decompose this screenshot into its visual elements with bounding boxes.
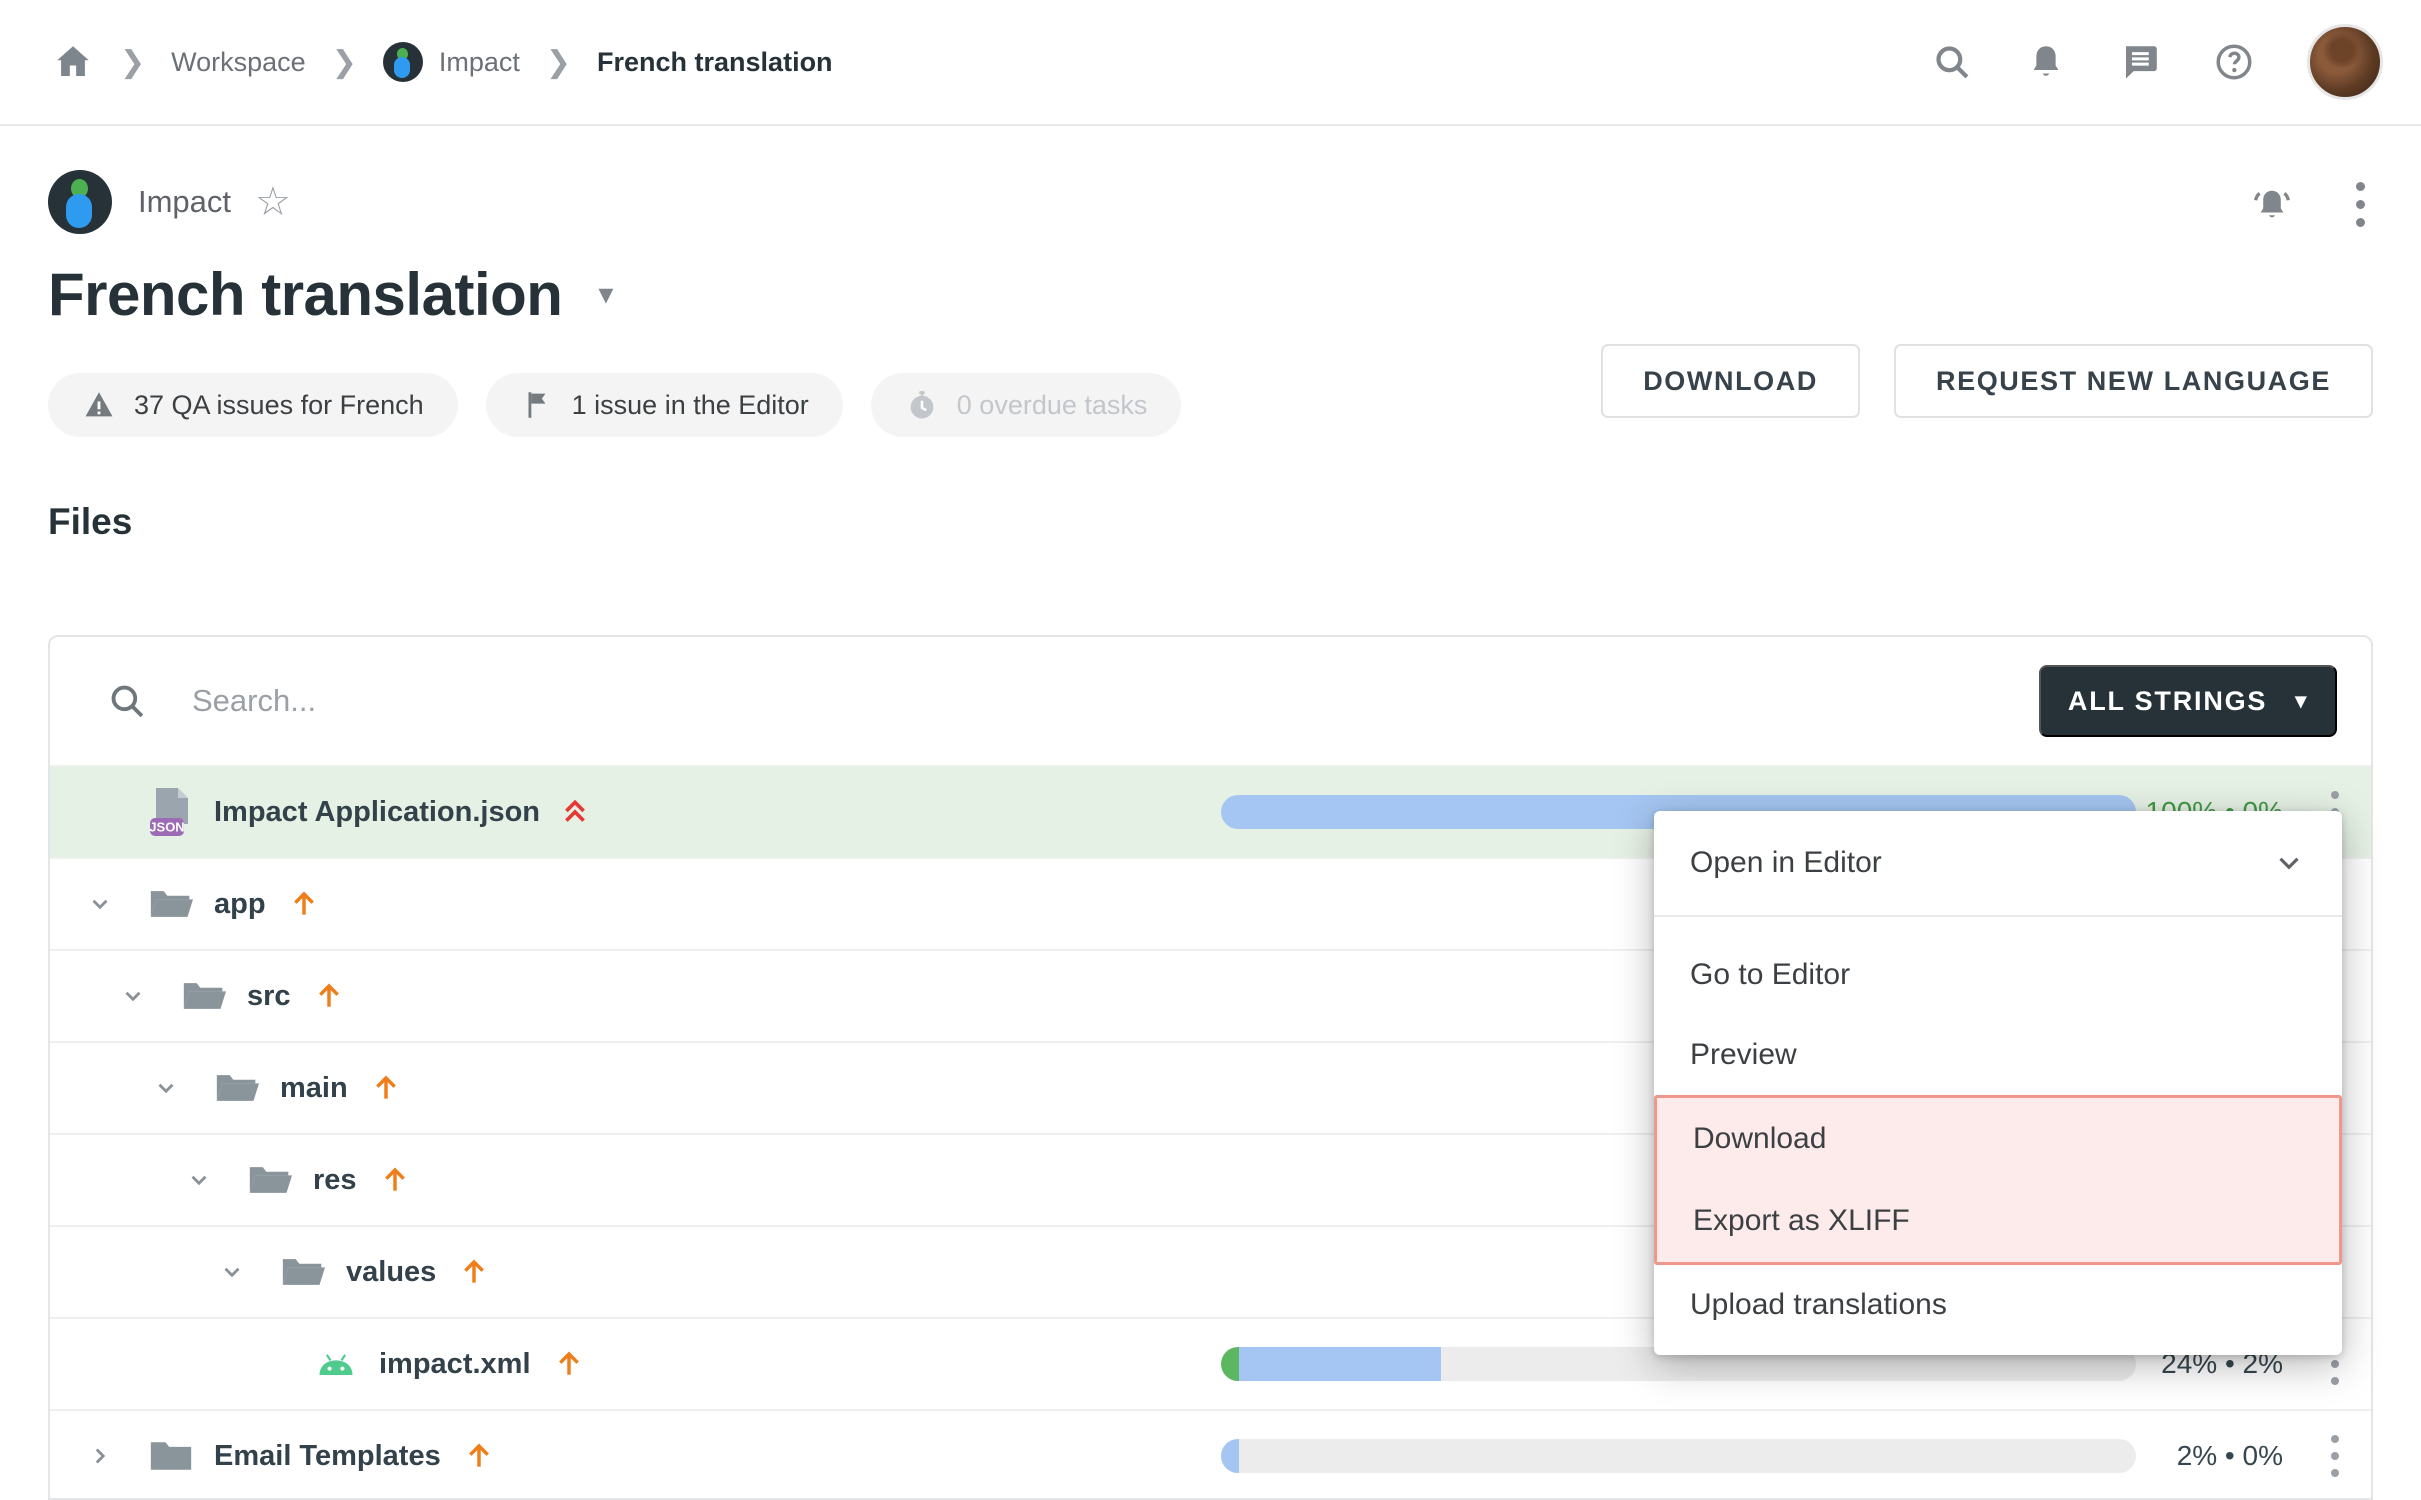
- strings-filter-button[interactable]: ALL STRINGS ▾: [2039, 665, 2337, 737]
- svg-text:JSON: JSON: [149, 820, 184, 835]
- upload-arrow-icon[interactable]: [553, 1348, 585, 1380]
- folder-name: app: [214, 888, 266, 921]
- upload-arrow-icon[interactable]: [458, 1256, 490, 1288]
- menu-item-download[interactable]: Download: [1657, 1098, 2339, 1180]
- user-avatar[interactable]: [2307, 24, 2383, 100]
- project-name: Impact: [138, 184, 231, 220]
- search-icon: [106, 680, 190, 722]
- android-icon: [313, 1349, 359, 1379]
- overdue-tasks-label: 0 overdue tasks: [957, 390, 1148, 421]
- folder-open-icon: [214, 1069, 260, 1107]
- row-kebab-menu-icon[interactable]: [2331, 1435, 2339, 1477]
- progress-bar: [1221, 1439, 2136, 1473]
- folder-name: res: [313, 1164, 357, 1197]
- search-icon[interactable]: [1931, 41, 1973, 83]
- menu-item-upload-translations[interactable]: Upload translations: [1654, 1265, 2342, 1345]
- chevron-down-icon[interactable]: [86, 891, 114, 917]
- editor-issues-label: 1 issue in the Editor: [572, 390, 809, 421]
- flag-icon: [520, 388, 554, 422]
- chevron-down-icon: [2272, 846, 2306, 880]
- file-name: impact.xml: [379, 1348, 531, 1381]
- chevron-right-icon[interactable]: [86, 1443, 114, 1469]
- breadcrumb-separator-icon: ❯: [120, 45, 145, 80]
- folder-name: values: [346, 1256, 436, 1289]
- notification-bell-icon[interactable]: [2250, 183, 2294, 227]
- project-header: Impact ☆ French translation ▾ 37 QA issu…: [0, 126, 2421, 437]
- download-button[interactable]: DOWNLOAD: [1601, 344, 1860, 418]
- menu-item-open-in-editor[interactable]: Open in Editor: [1654, 811, 2342, 915]
- breadcrumb-workspace[interactable]: Workspace: [171, 47, 306, 78]
- project-kebab-menu-icon[interactable]: [2356, 182, 2365, 227]
- qa-issues-badge[interactable]: 37 QA issues for French: [48, 373, 458, 437]
- chevron-down-icon: ▾: [2295, 688, 2308, 714]
- file-context-menu: Open in Editor Go to Editor Preview Down…: [1654, 811, 2342, 1355]
- star-icon[interactable]: ☆: [255, 182, 291, 222]
- search-input[interactable]: [190, 682, 2039, 720]
- breadcrumb-current-page: French translation: [597, 47, 833, 78]
- folder-closed-icon: [148, 1437, 194, 1475]
- bell-icon[interactable]: [2025, 41, 2067, 83]
- folder-open-icon: [247, 1161, 293, 1199]
- menu-highlighted-group: Download Export as XLIFF: [1654, 1095, 2342, 1265]
- page-title: French translation: [48, 260, 562, 329]
- overdue-tasks-badge[interactable]: 0 overdue tasks: [871, 373, 1182, 437]
- menu-item-preview[interactable]: Preview: [1654, 1015, 2342, 1095]
- folder-open-icon: [148, 885, 194, 923]
- upload-arrow-icon[interactable]: [370, 1072, 402, 1104]
- folder-name: src: [247, 980, 291, 1013]
- chat-icon[interactable]: [2119, 41, 2161, 83]
- home-icon[interactable]: [52, 41, 94, 83]
- project-logo-icon: [383, 42, 423, 82]
- request-new-language-button[interactable]: REQUEST NEW LANGUAGE: [1894, 344, 2373, 418]
- chevron-down-icon[interactable]: [218, 1259, 246, 1285]
- json-file-icon: JSON: [148, 786, 194, 838]
- qa-issues-label: 37 QA issues for French: [134, 390, 424, 421]
- warning-triangle-icon: [82, 388, 116, 422]
- upload-arrow-icon[interactable]: [288, 888, 320, 920]
- folder-name: main: [280, 1072, 348, 1105]
- stopwatch-icon: [905, 388, 939, 422]
- editor-issues-badge[interactable]: 1 issue in the Editor: [486, 373, 843, 437]
- menu-item-go-to-editor[interactable]: Go to Editor: [1654, 935, 2342, 1015]
- file-name: Impact Application.json: [214, 796, 540, 829]
- folder-open-icon: [181, 977, 227, 1015]
- high-priority-icon: [562, 798, 588, 826]
- breadcrumb-project[interactable]: Impact: [383, 42, 520, 82]
- menu-item-export-as-xliff[interactable]: Export as XLIFF: [1657, 1180, 2339, 1262]
- chevron-down-icon[interactable]: [185, 1167, 213, 1193]
- chevron-down-icon[interactable]: [152, 1075, 180, 1101]
- folder-name: Email Templates: [214, 1440, 441, 1473]
- breadcrumb-separator-icon: ❯: [546, 45, 571, 80]
- files-section-heading: Files: [48, 501, 2421, 543]
- files-search-row: ALL STRINGS ▾: [50, 637, 2371, 765]
- folder-row-email-templates[interactable]: Email Templates 2% • 0%: [50, 1409, 2371, 1500]
- help-icon[interactable]: [2213, 41, 2255, 83]
- upload-arrow-icon[interactable]: [313, 980, 345, 1012]
- breadcrumb-separator-icon: ❯: [332, 45, 357, 80]
- chevron-down-icon[interactable]: [119, 983, 147, 1009]
- top-navigation-bar: ❯ Workspace ❯ Impact ❯ French translatio…: [0, 0, 2421, 126]
- upload-arrow-icon[interactable]: [463, 1440, 495, 1472]
- progress-percent: 2% • 0%: [2043, 1440, 2283, 1472]
- project-logo-icon: [48, 170, 112, 234]
- title-dropdown-caret-icon[interactable]: ▾: [598, 277, 613, 312]
- folder-open-icon: [280, 1253, 326, 1291]
- upload-arrow-icon[interactable]: [379, 1164, 411, 1196]
